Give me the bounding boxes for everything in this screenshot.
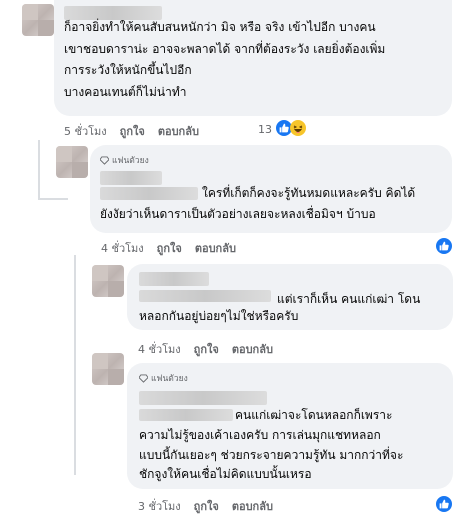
comment-bubble: ก็อาจยิ่งทำให้คนสับสนหนักว่า มิจ หรือ จร… — [54, 0, 452, 116]
like-button[interactable]: ถูกใจ — [194, 340, 219, 358]
timestamp[interactable]: 4 ชั่วโมง — [138, 340, 181, 358]
badge-label: แฟนตัวยง — [112, 156, 149, 166]
timestamp[interactable]: 3 ชั่วโมง — [138, 497, 181, 515]
timestamp[interactable]: 4 ชั่วโมง — [101, 239, 144, 257]
like-button[interactable]: ถูกใจ — [120, 122, 145, 140]
comment-text: บางคอนเทนต์ก็ไม่น่าทำ — [64, 85, 187, 99]
comment-actions: 4 ชั่วโมง ถูกใจ ตอบกลับ — [138, 340, 273, 358]
like-icon[interactable] — [436, 238, 452, 254]
redacted-name — [100, 187, 198, 200]
comment-text: เขาชอบดาราน่ะ อาจจะพลาดได้ จากที่ต้องระว… — [64, 42, 386, 56]
redacted-name — [139, 409, 233, 421]
badge-label: แฟนตัวยง — [151, 374, 188, 384]
like-button[interactable]: ถูกใจ — [157, 239, 182, 257]
diamond-icon — [139, 373, 148, 383]
avatar[interactable] — [92, 265, 124, 297]
like-icon[interactable] — [436, 496, 452, 512]
comment-text: ก็อาจยิ่งทำให้คนสับสนหนักว่า มิจ หรือ จร… — [64, 20, 376, 34]
redacted-name — [139, 272, 209, 286]
diamond-icon — [100, 155, 109, 165]
comment-actions: 5 ชั่วโมง ถูกใจ ตอบกลับ — [64, 122, 199, 140]
comment-actions: 4 ชั่วโมง ถูกใจ ตอบกลับ — [101, 239, 236, 257]
timestamp[interactable]: 5 ชั่วโมง — [64, 122, 107, 140]
comment-text: คนแก่เฒ่าจะโดนหลอกก็เพราะ — [235, 408, 393, 422]
avatar[interactable] — [22, 4, 54, 36]
avatar[interactable] — [56, 146, 88, 178]
comment-bubble: แฟนตัวยง ใครที่เก็ตก็คงจะรู้ทันหมดแหละคร… — [90, 145, 452, 233]
thread-line — [74, 255, 76, 475]
comment-text: ชักจูงให้คนเชื่อไม่คิดแบบนั้นเหรอ — [139, 467, 312, 481]
haha-icon[interactable] — [290, 120, 306, 136]
avatar[interactable] — [92, 353, 124, 385]
comment-text: ยังงัยว่าเห็นดาราเป็นตัวอย่างเลยจะหลงเชื… — [100, 207, 376, 221]
reaction-count[interactable]: 13 — [258, 123, 272, 136]
comment-bubble: แต่เราก็เห็น คนแก่เฒ่า โดน หลอกกันอยู่บ่… — [127, 264, 453, 330]
thread-line — [38, 198, 68, 200]
like-button[interactable]: ถูกใจ — [194, 497, 219, 515]
thread-line — [38, 140, 40, 200]
redacted-name — [139, 290, 271, 302]
reply-button[interactable]: ตอบกลับ — [158, 122, 199, 140]
top-fan-badge: แฟนตัวยง — [139, 371, 188, 385]
comment-text: แต่เราก็เห็น คนแก่เฒ่า โดน — [277, 292, 421, 306]
top-fan-badge: แฟนตัวยง — [100, 153, 149, 167]
reply-button[interactable]: ตอบกลับ — [195, 239, 236, 257]
comment-text: หลอกกันอยู่บ่อยๆไม่ใช่หรือครับ — [139, 309, 299, 323]
reply-button[interactable]: ตอบกลับ — [232, 497, 273, 515]
comment-actions: 3 ชั่วโมง ถูกใจ ตอบกลับ — [138, 497, 273, 515]
redacted-name — [100, 171, 162, 185]
comment-text: แบบนี้กันเยอะๆ ช่วยกระจายความรู้ทัน มากก… — [139, 448, 404, 462]
comment-text: ความไม่รู้ของเค้าเองครับ การเล่นมุกแชทหล… — [139, 428, 381, 442]
comment-text: การระวังให้หนักขึ้นไปอีก — [64, 63, 192, 77]
redacted-name — [139, 391, 267, 405]
reply-button[interactable]: ตอบกลับ — [232, 340, 273, 358]
comment-bubble: แฟนตัวยง คนแก่เฒ่าจะโดนหลอกก็เพราะ ความไ… — [127, 363, 453, 489]
comment-text: ใครที่เก็ตก็คงจะรู้ทันหมดแหละครับ คิดได้ — [202, 186, 416, 200]
